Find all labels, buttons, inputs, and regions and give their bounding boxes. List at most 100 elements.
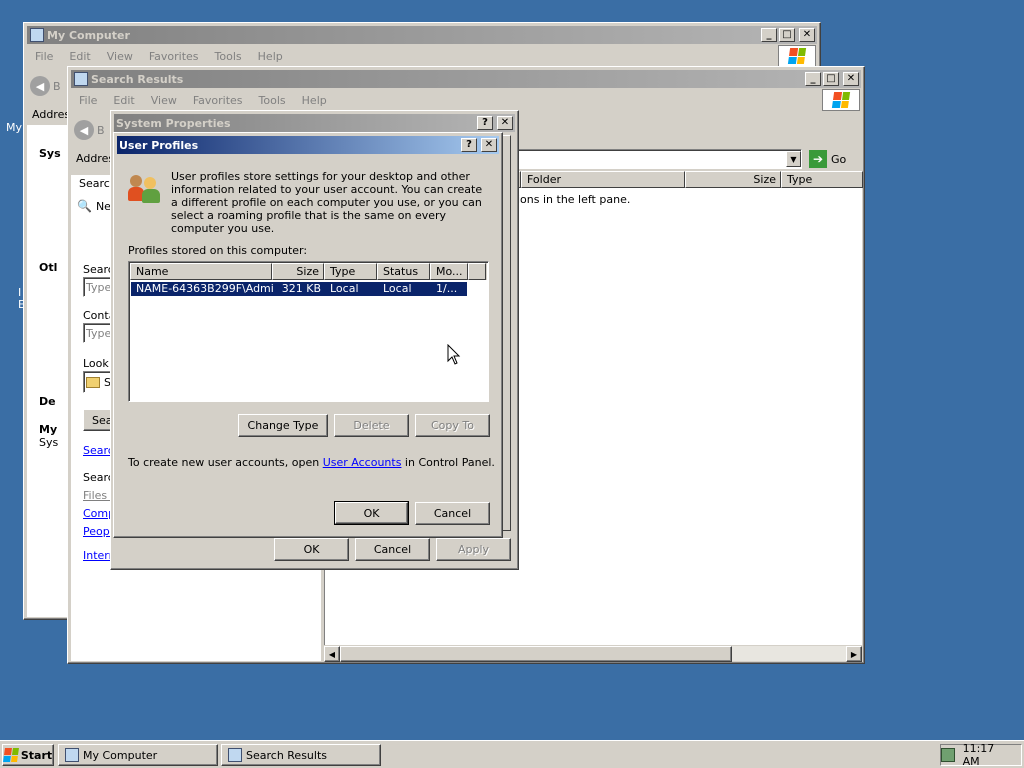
results-message: ions in the left pane.: [517, 193, 631, 206]
profiles-list-label: Profiles stored on this computer:: [128, 244, 308, 257]
details-header[interactable]: De: [39, 395, 56, 408]
scroll-thumb[interactable]: [340, 646, 732, 662]
menu-help[interactable]: Help: [294, 94, 335, 107]
menu-file[interactable]: File: [27, 50, 61, 63]
cancel-button[interactable]: Cancel: [355, 538, 430, 561]
network-icon[interactable]: [941, 748, 955, 762]
address-label: Addres: [32, 108, 71, 121]
horizontal-scrollbar[interactable]: ◀ ▶: [324, 645, 862, 662]
column-header-name[interactable]: Name: [130, 263, 272, 280]
windows-logo: [778, 45, 816, 67]
menu-edit[interactable]: Edit: [61, 50, 98, 63]
close-button[interactable]: ✕: [497, 116, 513, 130]
menu-view[interactable]: View: [99, 50, 141, 63]
column-header-type[interactable]: Type: [324, 263, 377, 280]
help-button[interactable]: ?: [461, 138, 477, 152]
other-places-header[interactable]: Otl: [39, 261, 57, 274]
mouse-cursor-icon: [447, 344, 461, 365]
user-accounts-footer: To create new user accounts, open User A…: [128, 456, 495, 469]
folder-icon: [86, 376, 100, 388]
search-results-titlebar[interactable]: Search Results _ □ ✕: [71, 70, 861, 88]
menu-file[interactable]: File: [71, 94, 105, 107]
profile-size: 321 KB: [281, 282, 321, 295]
scroll-left-button[interactable]: ◀: [324, 646, 340, 662]
column-header-modified[interactable]: Mo...: [430, 263, 468, 280]
profile-modified: 1/...: [436, 282, 458, 295]
search-doc-icon: [74, 72, 88, 86]
profiles-column-header: Name Size Type Status Mo...: [130, 263, 487, 280]
column-header-folder[interactable]: Folder: [521, 171, 685, 188]
window-title: My Computer: [47, 28, 130, 42]
my-computer-titlebar[interactable]: My Computer _ □ ✕: [27, 26, 817, 44]
user-accounts-link[interactable]: User Accounts: [323, 456, 402, 469]
menu-tools[interactable]: Tools: [207, 50, 250, 63]
copy-to-button[interactable]: Copy To: [415, 414, 490, 437]
windows-flag-icon: [2, 748, 19, 762]
system-tray: 11:17 AM: [940, 742, 1022, 768]
taskbar: Start My Computer Search Results 11:17 A…: [0, 740, 1024, 768]
minimize-button[interactable]: _: [805, 72, 821, 86]
start-button[interactable]: Start: [2, 744, 54, 766]
taskbar-item-search-results[interactable]: Search Results: [221, 744, 381, 766]
search-doc-icon: [228, 748, 242, 762]
back-arrow-icon: ◀: [30, 76, 50, 96]
close-button[interactable]: ✕: [843, 72, 859, 86]
details-subtitle: Sys: [39, 436, 59, 449]
back-arrow-icon: ◀: [74, 120, 94, 140]
computer-icon: [30, 28, 44, 42]
profiles-description: User profiles store settings for your de…: [171, 170, 483, 235]
dialog-title: System Properties: [116, 116, 231, 130]
profiles-list[interactable]: Name Size Type Status Mo... NAME-64363B2…: [128, 261, 489, 402]
user-profiles-titlebar[interactable]: User Profiles ? ✕: [117, 136, 499, 154]
ok-button[interactable]: OK: [274, 538, 349, 561]
profile-name: NAME-64363B299F\Admi...: [136, 282, 273, 295]
go-button[interactable]: ➔ Go: [809, 149, 849, 169]
column-header-size[interactable]: Size: [685, 171, 781, 188]
ok-button[interactable]: OK: [334, 501, 409, 525]
go-arrow-icon: ➔: [809, 150, 827, 168]
details-name: My: [39, 423, 58, 436]
menu-favorites[interactable]: Favorites: [185, 94, 251, 107]
computer-icon: [65, 748, 79, 762]
people-link[interactable]: Peopl: [83, 525, 113, 538]
menu-view[interactable]: View: [143, 94, 185, 107]
look-in-label: Look: [83, 357, 109, 370]
back-button[interactable]: ◀ B: [30, 75, 70, 97]
cancel-button[interactable]: Cancel: [415, 502, 490, 525]
desktop-icon-label[interactable]: My: [6, 121, 22, 134]
user-profiles-icon: [128, 173, 162, 203]
column-header-size[interactable]: Size: [272, 263, 324, 280]
change-type-button[interactable]: Change Type: [238, 414, 328, 437]
scroll-right-button[interactable]: ▶: [846, 646, 862, 662]
dialog-title: User Profiles: [119, 138, 199, 152]
profile-type: Local: [330, 282, 359, 295]
maximize-button[interactable]: □: [779, 28, 795, 42]
profile-row-selected[interactable]: NAME-64363B299F\Admi... 321 KB Local Loc…: [131, 282, 467, 296]
menu-help[interactable]: Help: [250, 50, 291, 63]
windows-logo: [822, 89, 860, 111]
magnifier-icon: 🔍: [77, 199, 92, 213]
column-header-type[interactable]: Type: [781, 171, 863, 188]
new-search-link[interactable]: 🔍 Ne: [77, 199, 111, 213]
menu-bar: File Edit View Favorites Tools Help: [71, 90, 861, 110]
user-profiles-dialog: User Profiles ? ✕ User profiles store se…: [113, 132, 503, 538]
address-field[interactable]: [502, 149, 802, 169]
profile-status: Local: [383, 282, 412, 295]
close-button[interactable]: ✕: [799, 28, 815, 42]
address-dropdown-button[interactable]: ▼: [786, 151, 801, 167]
menu-bar: File Edit View Favorites Tools Help: [27, 46, 817, 66]
system-tasks-header[interactable]: Sys: [39, 147, 61, 160]
clock[interactable]: 11:17 AM: [963, 742, 1013, 768]
menu-favorites[interactable]: Favorites: [141, 50, 207, 63]
delete-button[interactable]: Delete: [334, 414, 409, 437]
menu-tools[interactable]: Tools: [251, 94, 294, 107]
help-button[interactable]: ?: [477, 116, 493, 130]
apply-button[interactable]: Apply: [436, 538, 511, 561]
close-button[interactable]: ✕: [481, 138, 497, 152]
maximize-button[interactable]: □: [823, 72, 839, 86]
column-header-status[interactable]: Status: [377, 263, 430, 280]
system-properties-titlebar[interactable]: System Properties ? ✕: [114, 114, 515, 132]
taskbar-item-my-computer[interactable]: My Computer: [58, 744, 218, 766]
menu-edit[interactable]: Edit: [105, 94, 142, 107]
minimize-button[interactable]: _: [761, 28, 777, 42]
